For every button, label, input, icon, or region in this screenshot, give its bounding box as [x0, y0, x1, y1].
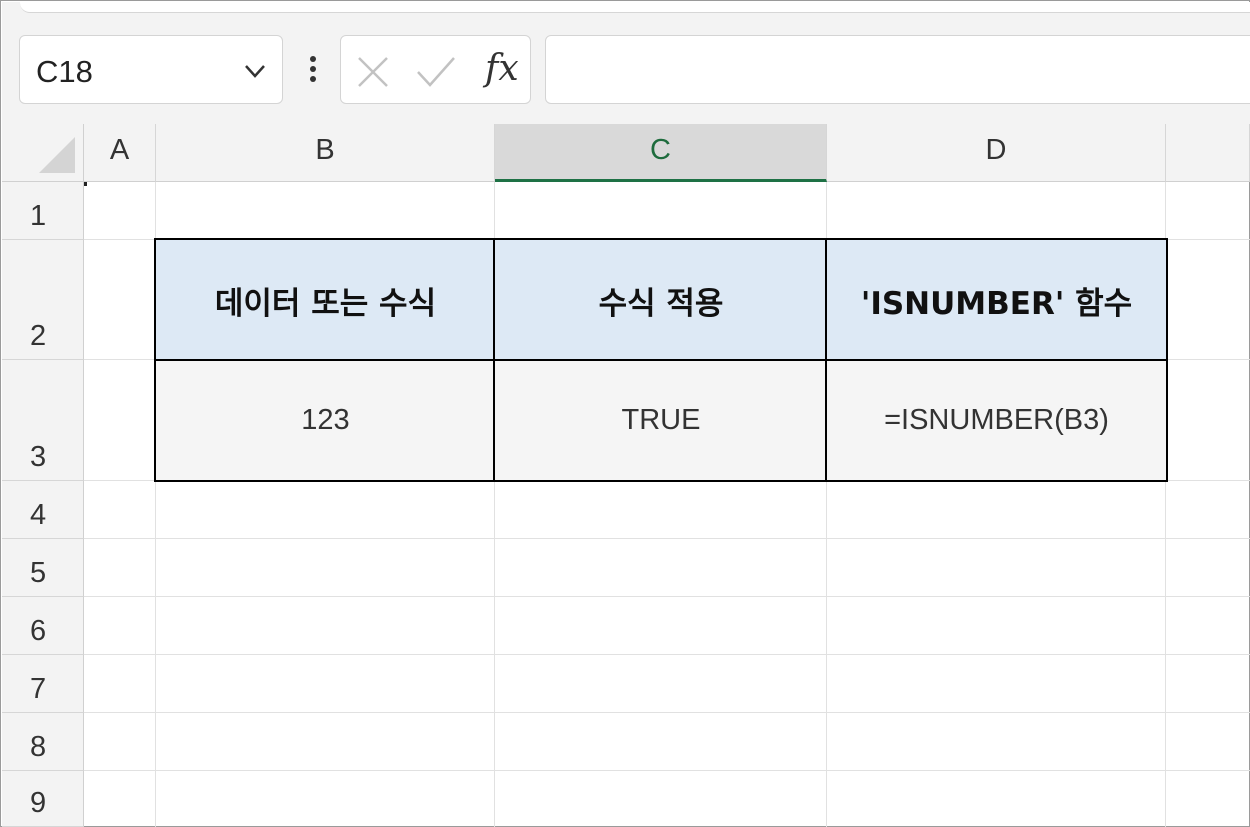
formula-bar: C18 fx: [2, 2, 1250, 124]
name-box[interactable]: C18: [19, 35, 283, 104]
row-header-9[interactable]: 9: [2, 771, 84, 827]
row-number: 6: [30, 615, 47, 647]
row-header-5[interactable]: 5: [2, 539, 84, 597]
name-box-value: C18: [36, 54, 93, 89]
row-header-2[interactable]: 2: [2, 240, 84, 360]
cancel-x-icon[interactable]: [355, 54, 391, 90]
formula-input[interactable]: [545, 35, 1250, 104]
excel-window: C18 fx A B C D 1 2 3 4 5 6 7 8 9 데이터 또는 …: [0, 0, 1250, 827]
more-vertical-icon[interactable]: [303, 54, 323, 86]
row-header-3[interactable]: 3: [2, 360, 84, 481]
row-number: 7: [30, 673, 47, 705]
table-header-cell[interactable]: 'ISNUMBER' 함수: [825, 238, 1168, 362]
column-header-c[interactable]: C: [495, 124, 827, 182]
column-header-a[interactable]: A: [84, 124, 156, 182]
worksheet-grid: A B C D 1 2 3 4 5 6 7 8 9 데이터 또는 수식 수식 적…: [2, 124, 1250, 827]
row-number: 4: [30, 499, 47, 531]
row-header-8[interactable]: 8: [2, 713, 84, 771]
table-cell-formula[interactable]: =ISNUMBER(B3): [825, 359, 1168, 482]
row-header-4[interactable]: 4: [2, 481, 84, 539]
gridline: [84, 596, 1250, 597]
row-header-1[interactable]: 1: [2, 182, 84, 240]
row-number: 8: [30, 731, 47, 763]
table-cell-value[interactable]: 123: [154, 359, 497, 482]
select-all-corner[interactable]: [2, 124, 84, 182]
row-number: 3: [30, 441, 47, 473]
gridline: [84, 770, 1250, 771]
gridline: [84, 654, 1250, 655]
row-header-7[interactable]: 7: [2, 655, 84, 713]
row-number: 1: [30, 200, 47, 232]
row-number: 5: [30, 557, 47, 589]
row-number: 2: [30, 320, 47, 352]
formula-buttons: fx: [340, 35, 531, 104]
column-header-e[interactable]: [1166, 124, 1250, 182]
ribbon-edge: [20, 2, 1250, 13]
column-header-d[interactable]: D: [827, 124, 1166, 182]
function-fx-icon[interactable]: fx: [485, 48, 519, 89]
select-all-triangle-icon: [39, 137, 75, 173]
table-cell-result[interactable]: TRUE: [493, 359, 829, 482]
table-header-cell[interactable]: 데이터 또는 수식: [154, 238, 497, 362]
enter-check-icon[interactable]: [415, 54, 457, 90]
row-header-6[interactable]: 6: [2, 597, 84, 655]
column-header-b[interactable]: B: [156, 124, 495, 182]
chevron-down-icon[interactable]: [242, 58, 268, 84]
table-header-cell[interactable]: 수식 적용: [493, 238, 829, 362]
gridline: [84, 538, 1250, 539]
active-cell-indicator: [84, 182, 87, 186]
gridline: [84, 712, 1250, 713]
row-number: 9: [30, 787, 47, 819]
